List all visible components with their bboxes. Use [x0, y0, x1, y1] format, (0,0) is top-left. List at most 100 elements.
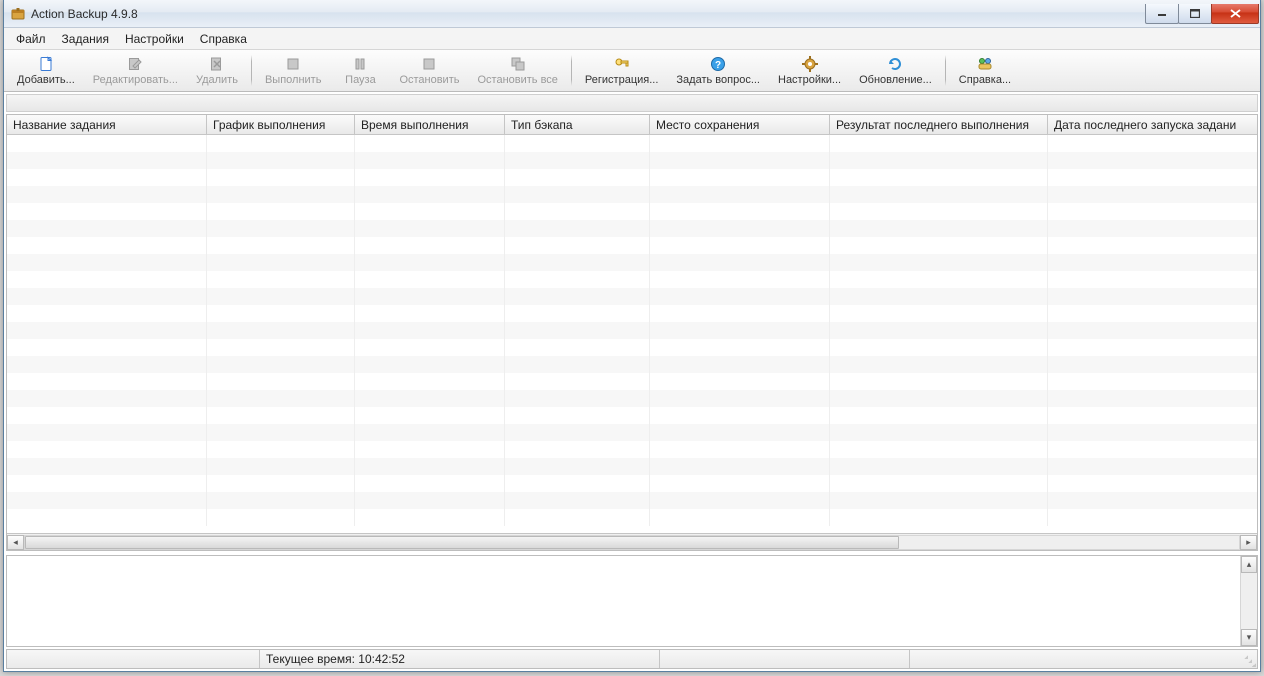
col-time[interactable]: Время выполнения: [355, 115, 505, 134]
toolbar-spacer-strip: [6, 94, 1258, 112]
table-row[interactable]: [7, 305, 1257, 322]
refresh-icon: [886, 55, 904, 73]
table-row[interactable]: [7, 441, 1257, 458]
table-row[interactable]: [7, 152, 1257, 169]
table-row[interactable]: [7, 254, 1257, 271]
titlebar[interactable]: Action Backup 4.9.8: [4, 0, 1260, 28]
toolbar-settings-button[interactable]: Настройки...: [769, 51, 850, 90]
col-schedule[interactable]: График выполнения: [207, 115, 355, 134]
table-row[interactable]: [7, 475, 1257, 492]
file-add-icon: [37, 55, 55, 73]
toolbar-stop-all-button[interactable]: Остановить все: [468, 51, 566, 90]
table-row[interactable]: [7, 288, 1257, 305]
grid-body[interactable]: [7, 135, 1257, 533]
scroll-track[interactable]: [1241, 573, 1257, 629]
toolbar-separator: [251, 55, 252, 86]
minimize-button[interactable]: [1145, 4, 1179, 24]
table-row[interactable]: [7, 186, 1257, 203]
toolbar-ask-button[interactable]: ? Задать вопрос...: [667, 51, 769, 90]
menu-file[interactable]: Файл: [8, 28, 54, 49]
toolbar-stop-button[interactable]: Остановить: [390, 51, 468, 90]
scroll-track[interactable]: [24, 535, 1240, 550]
toolbar-stop-label: Остановить: [399, 74, 459, 86]
table-row[interactable]: [7, 373, 1257, 390]
table-row[interactable]: [7, 492, 1257, 509]
toolbar-run-button[interactable]: Выполнить: [256, 51, 330, 90]
help-people-icon: [976, 55, 994, 73]
toolbar-add-button[interactable]: Добавить...: [8, 51, 84, 90]
table-row[interactable]: [7, 135, 1257, 152]
col-last-result[interactable]: Результат последнего выполнения: [830, 115, 1048, 134]
app-icon: [10, 6, 26, 22]
scroll-right-arrow[interactable]: ▸: [1240, 535, 1257, 550]
toolbar-settings-label: Настройки...: [778, 74, 841, 86]
toolbar-delete-button[interactable]: Удалить: [187, 51, 247, 90]
scroll-down-arrow[interactable]: ▾: [1241, 629, 1257, 646]
table-row[interactable]: [7, 169, 1257, 186]
table-row[interactable]: [7, 237, 1257, 254]
status-current-time: Текущее время: 10:42:52: [260, 650, 660, 668]
table-row[interactable]: [7, 203, 1257, 220]
scroll-up-arrow[interactable]: ▴: [1241, 556, 1257, 573]
grid-header: Название задания График выполнения Время…: [7, 115, 1257, 135]
toolbar-register-button[interactable]: Регистрация...: [576, 51, 667, 90]
menubar: Файл Задания Настройки Справка: [4, 28, 1260, 50]
table-row[interactable]: [7, 407, 1257, 424]
menu-settings[interactable]: Настройки: [117, 28, 192, 49]
table-row[interactable]: [7, 458, 1257, 475]
scroll-thumb[interactable]: [25, 536, 899, 549]
statusbar: Текущее время: 10:42:52: [6, 649, 1258, 669]
table-row[interactable]: [7, 509, 1257, 526]
delete-icon: [208, 55, 226, 73]
toolbar-pause-label: Пауза: [345, 74, 376, 86]
question-icon: ?: [709, 55, 727, 73]
toolbar: Добавить... Редактировать... Удалить Вып…: [4, 50, 1260, 92]
table-row[interactable]: [7, 390, 1257, 407]
status-panel-4: [910, 650, 1257, 668]
toolbar-edit-button[interactable]: Редактировать...: [84, 51, 187, 90]
maximize-button[interactable]: [1178, 4, 1212, 24]
log-panel[interactable]: ▴ ▾: [6, 555, 1258, 647]
status-panel-1: [7, 650, 260, 668]
toolbar-separator: [571, 55, 572, 86]
stop-icon: [420, 55, 438, 73]
window-title: Action Backup 4.9.8: [31, 7, 138, 21]
col-name[interactable]: Название задания: [7, 115, 207, 134]
toolbar-help-button[interactable]: Справка...: [950, 51, 1020, 90]
toolbar-ask-label: Задать вопрос...: [676, 74, 760, 86]
table-row[interactable]: [7, 356, 1257, 373]
toolbar-delete-label: Удалить: [196, 74, 238, 86]
menu-tasks[interactable]: Задания: [54, 28, 117, 49]
toolbar-separator: [945, 55, 946, 86]
scroll-left-arrow[interactable]: ◂: [7, 535, 24, 550]
toolbar-register-label: Регистрация...: [585, 74, 658, 86]
close-button[interactable]: [1211, 4, 1259, 24]
app-window: Action Backup 4.9.8 Файл Задания Настрой…: [3, 0, 1261, 672]
log-vertical-scrollbar[interactable]: ▴ ▾: [1240, 556, 1257, 646]
grid-horizontal-scrollbar[interactable]: ◂ ▸: [7, 533, 1257, 550]
play-icon: [284, 55, 302, 73]
toolbar-stop-all-label: Остановить все: [477, 74, 557, 86]
gear-icon: [801, 55, 819, 73]
col-last-run[interactable]: Дата последнего запуска задани: [1048, 115, 1257, 134]
task-grid: Название задания График выполнения Время…: [6, 114, 1258, 551]
table-row[interactable]: [7, 220, 1257, 237]
toolbar-update-button[interactable]: Обновление...: [850, 51, 941, 90]
key-icon: [613, 55, 631, 73]
table-row[interactable]: [7, 424, 1257, 441]
toolbar-pause-button[interactable]: Пауза: [330, 51, 390, 90]
table-row[interactable]: [7, 339, 1257, 356]
toolbar-help-label: Справка...: [959, 74, 1011, 86]
toolbar-edit-label: Редактировать...: [93, 74, 178, 86]
svg-text:?: ?: [715, 60, 721, 71]
toolbar-update-label: Обновление...: [859, 74, 932, 86]
toolbar-run-label: Выполнить: [265, 74, 321, 86]
toolbar-add-label: Добавить...: [17, 74, 75, 86]
stop-all-icon: [509, 55, 527, 73]
table-row[interactable]: [7, 322, 1257, 339]
menu-help[interactable]: Справка: [192, 28, 255, 49]
col-location[interactable]: Место сохранения: [650, 115, 830, 134]
table-row[interactable]: [7, 271, 1257, 288]
col-type[interactable]: Тип бэкапа: [505, 115, 650, 134]
status-panel-3: [660, 650, 910, 668]
